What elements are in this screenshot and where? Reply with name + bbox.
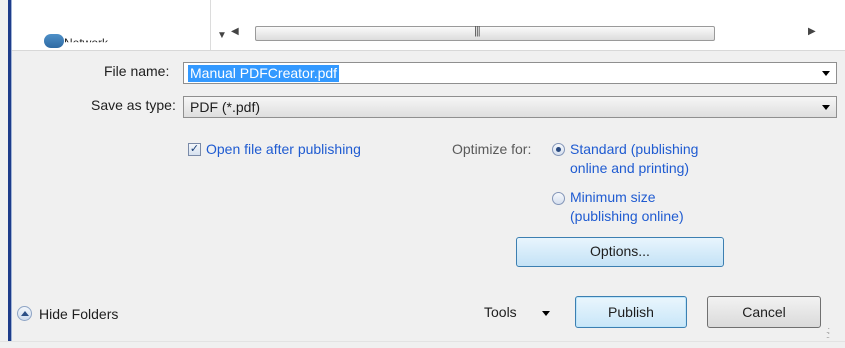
horizontal-scrollbar[interactable]: ◀ ||| ▶ — [225, 24, 835, 42]
standard-radio[interactable] — [552, 143, 565, 156]
cancel-button[interactable]: Cancel — [707, 296, 821, 328]
scroll-right-icon[interactable]: ▶ — [808, 26, 816, 37]
standard-label-line2[interactable]: online and printing) — [570, 160, 689, 176]
scroll-grip-icon: ||| — [474, 25, 481, 37]
separator — [12, 50, 845, 51]
resize-grip-icon[interactable]: .:.: — [826, 326, 830, 340]
save-type-label: Save as type: — [91, 97, 176, 113]
minimum-label-line2[interactable]: (publishing online) — [570, 208, 684, 224]
optimize-label: Optimize for: — [452, 141, 532, 157]
save-dialog — [0, 0, 845, 347]
file-name-value[interactable]: Manual PDFCreator.pdf — [188, 65, 340, 82]
save-type-value: PDF (*.pdf) — [190, 99, 261, 115]
file-name-label: File name: — [104, 63, 170, 79]
window-edge-highlight — [11, 0, 12, 347]
publish-button[interactable]: Publish — [575, 296, 687, 328]
open-after-checkbox[interactable]: ✓ — [188, 143, 201, 156]
hide-folders-button[interactable]: Hide Folders — [39, 306, 118, 322]
minimum-radio[interactable] — [552, 192, 565, 205]
chevron-down-icon[interactable] — [822, 105, 830, 110]
scroll-thumb[interactable]: ||| — [255, 25, 715, 41]
chevron-down-icon[interactable] — [542, 311, 550, 316]
chevron-down-icon[interactable] — [822, 71, 830, 76]
hide-folders-icon[interactable] — [17, 306, 32, 321]
options-button[interactable]: Options... — [516, 237, 724, 267]
standard-label-line1[interactable]: Standard (publishing — [570, 141, 698, 157]
open-after-label[interactable]: Open file after publishing — [206, 141, 361, 157]
network-icon — [44, 34, 64, 48]
file-name-field[interactable]: Manual PDFCreator.pdf — [183, 62, 837, 84]
scroll-left-icon[interactable]: ◀ — [231, 26, 239, 37]
minimum-label-line1[interactable]: Minimum size — [570, 189, 656, 205]
save-type-select[interactable]: PDF (*.pdf) — [183, 96, 837, 118]
tools-button[interactable]: Tools — [484, 304, 517, 320]
